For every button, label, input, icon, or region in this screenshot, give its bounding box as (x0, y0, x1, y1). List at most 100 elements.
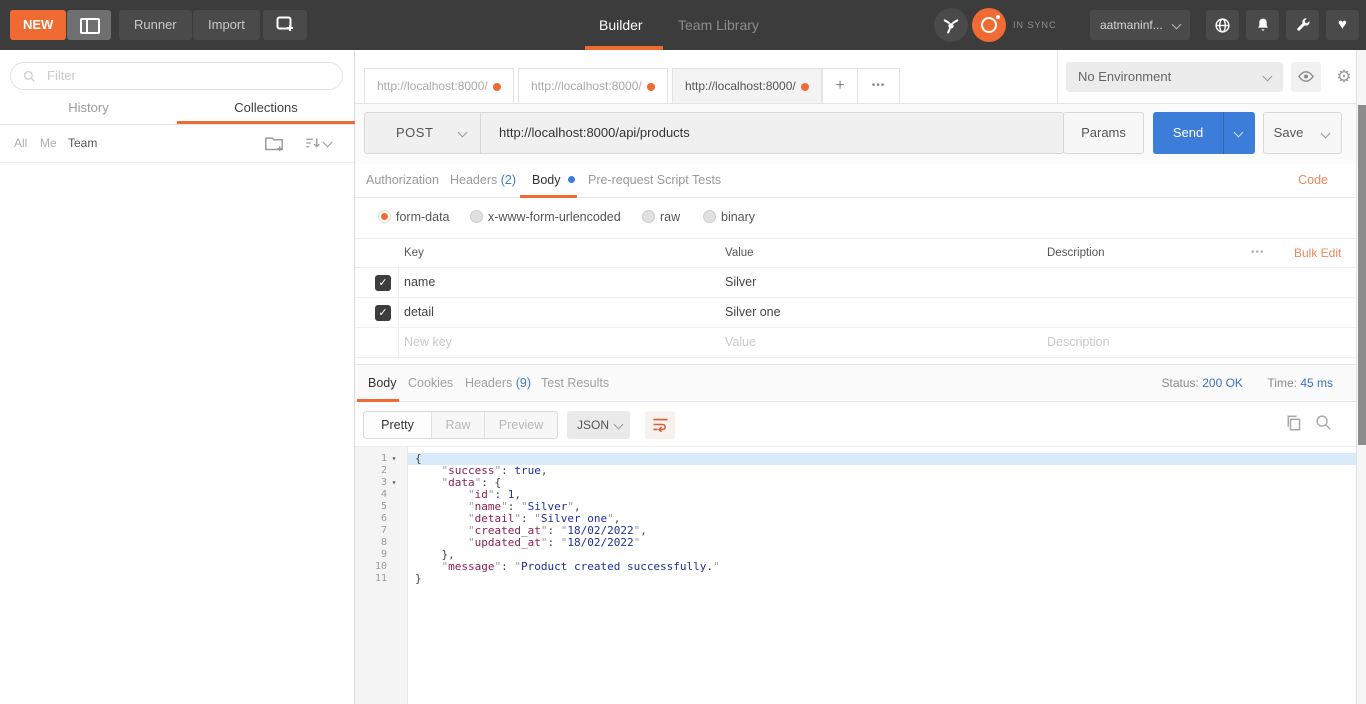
tab-body[interactable]: Body (532, 164, 575, 197)
radio-x-www-form-urlencoded[interactable] (470, 210, 483, 223)
sidebar: Filter History Collections All Me Team (0, 50, 355, 704)
table-row: ✓ detail Silver one (355, 298, 1356, 328)
environment-settings-button[interactable]: ⚙ (1329, 62, 1359, 92)
environment-zone: No Environment ⚙ (1057, 50, 1356, 104)
value-cell[interactable]: Silver one (725, 298, 781, 327)
value-cell[interactable]: Silver (725, 268, 756, 297)
tab-pre-request-script[interactable]: Pre-request Script (588, 164, 689, 197)
send-button[interactable]: Send (1153, 112, 1223, 154)
sort-button[interactable] (304, 134, 333, 157)
tab-collections[interactable]: Collections (177, 96, 355, 124)
line-number: 7 (380, 525, 387, 536)
scope-me[interactable]: Me (40, 125, 57, 162)
response-meta: Status: 200 OK Time: 45 ms (1162, 365, 1333, 401)
tab-headers[interactable]: Headers (2) (450, 164, 516, 197)
response-tab-cookies[interactable]: Cookies (408, 365, 453, 401)
view-mode-pretty[interactable]: Pretty (364, 412, 432, 438)
radio-label[interactable]: raw (660, 198, 680, 236)
globe-button[interactable] (1206, 10, 1239, 40)
notifications-button[interactable] (1246, 10, 1279, 40)
column-value: Value (725, 247, 754, 259)
tab-builder[interactable]: Builder (599, 0, 643, 50)
runner-button[interactable]: Runner (119, 10, 192, 40)
response-tab-test-results[interactable]: Test Results (541, 365, 609, 401)
url-input[interactable]: http://localhost:8000/api/products (481, 113, 1063, 153)
row-checkbox[interactable]: ✓ (375, 275, 391, 291)
folder-plus-icon (265, 137, 283, 152)
table-options-button[interactable]: ••• (1251, 239, 1265, 267)
view-mode-preview[interactable]: Preview (485, 412, 557, 438)
row-checkbox[interactable]: ✓ (375, 305, 391, 321)
radio-binary[interactable] (703, 210, 716, 223)
copy-response-button[interactable] (1285, 414, 1302, 432)
import-button[interactable]: Import (193, 10, 260, 40)
method-select[interactable]: POST (365, 113, 481, 153)
format-select[interactable]: JSON (567, 411, 630, 439)
view-mode-raw[interactable]: Raw (432, 412, 485, 438)
radio-label[interactable]: binary (721, 198, 755, 236)
line-number: 11 (374, 573, 387, 584)
new-value-input[interactable]: Value (725, 328, 756, 357)
new-folder-button[interactable] (264, 134, 284, 152)
favorites-button[interactable]: ♥ (1326, 10, 1359, 40)
response-tab-headers[interactable]: Headers (9) (465, 365, 531, 401)
settings-wrench-button[interactable] (1286, 10, 1319, 40)
sidebar-toggle-button[interactable] (67, 10, 111, 40)
request-tab[interactable]: http://localhost:8000/ (518, 68, 668, 104)
params-button[interactable]: Params (1063, 112, 1144, 154)
body-type-row: form-data x-www-form-urlencoded raw bina… (355, 198, 1356, 236)
scrollbar-thumb[interactable] (1358, 105, 1366, 445)
more-tabs-button[interactable]: ••• (857, 68, 900, 104)
tab-team-library[interactable]: Team Library (678, 0, 759, 50)
satellite-icon (943, 19, 959, 34)
request-tab-active[interactable]: http://localhost:8000/ (672, 68, 822, 104)
method-url-group: POST http://localhost:8000/api/products (364, 112, 1064, 154)
bulk-edit-link[interactable]: Bulk Edit (1294, 239, 1341, 267)
radio-label[interactable]: form-data (396, 198, 450, 236)
add-tab-button[interactable]: + (822, 68, 858, 104)
environment-select[interactable]: No Environment (1066, 62, 1283, 92)
layout-panes-icon (80, 18, 100, 34)
sync-status-button[interactable] (972, 8, 1006, 42)
wrap-text-button[interactable] (645, 411, 675, 439)
main-panel: http://localhost:8000/ http://localhost:… (355, 50, 1356, 704)
tab-tests[interactable]: Tests (692, 164, 721, 197)
environment-preview-button[interactable] (1291, 62, 1321, 92)
interceptor-button[interactable] (934, 8, 968, 42)
new-button[interactable]: NEW (10, 10, 67, 40)
line-number: 5 (380, 501, 387, 512)
scope-all[interactable]: All (14, 125, 27, 162)
key-cell[interactable]: name (404, 268, 435, 297)
chevron-down-icon (457, 127, 468, 138)
filter-input[interactable]: Filter (10, 62, 343, 90)
search-response-button[interactable] (1315, 414, 1332, 431)
response-tab-body[interactable]: Body (368, 365, 397, 401)
unsaved-dot-icon (801, 83, 809, 91)
filter-placeholder: Filter (47, 68, 76, 83)
new-description-input[interactable]: Description (1047, 328, 1110, 357)
new-window-button[interactable] (263, 10, 307, 40)
tab-history[interactable]: History (0, 96, 177, 124)
response-body-viewer[interactable]: 1 ▾ 2 3 ▾ 4 5 6 7 8 9 10 11 { "success": true, "data… (355, 446, 1356, 704)
account-menu-button[interactable]: aatmaninf... (1090, 10, 1190, 40)
code-link[interactable]: Code (1298, 164, 1328, 197)
postman-app: NEW Runner Import Builder Team Library I… (0, 0, 1366, 704)
request-tab[interactable]: http://localhost:8000/ (364, 68, 514, 104)
new-key-input[interactable]: New key (404, 328, 452, 357)
chevron-down-icon (1233, 127, 1244, 138)
send-options-button[interactable] (1223, 112, 1255, 154)
scope-team[interactable]: Team (68, 125, 97, 162)
wrench-icon (1296, 18, 1309, 31)
copy-icon (1287, 415, 1301, 431)
key-cell[interactable]: detail (404, 298, 434, 327)
line-number[interactable]: 1 ▾ (355, 453, 407, 465)
line-number: 2 (380, 465, 387, 476)
radio-label[interactable]: x-www-form-urlencoded (488, 198, 621, 236)
tab-authorization[interactable]: Authorization (366, 164, 439, 197)
unsaved-dot-icon (647, 83, 655, 91)
radio-form-data[interactable] (378, 210, 391, 223)
save-button[interactable]: Save (1263, 112, 1314, 154)
save-options-button[interactable] (1313, 112, 1342, 154)
line-number[interactable]: 3 ▾ (355, 477, 407, 489)
radio-raw[interactable] (642, 210, 655, 223)
